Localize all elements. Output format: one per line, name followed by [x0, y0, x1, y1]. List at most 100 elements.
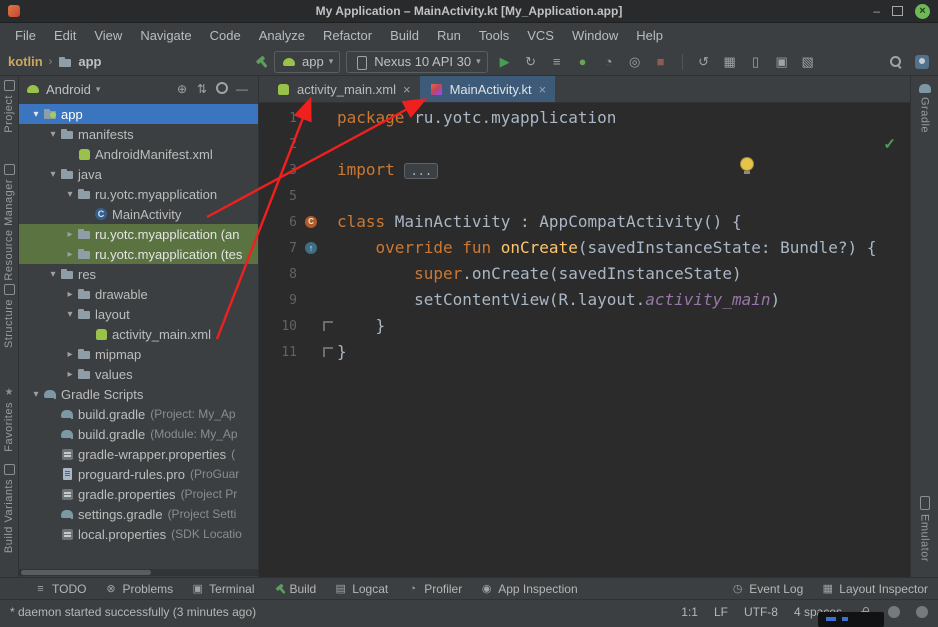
- tool-window-terminal[interactable]: Terminal: [191, 582, 254, 596]
- tree-item-app[interactable]: ▾app: [19, 104, 258, 124]
- menu-file[interactable]: File: [6, 23, 45, 48]
- restore-button[interactable]: [892, 6, 903, 16]
- menu-edit[interactable]: Edit: [45, 23, 85, 48]
- tab-activity-main-xml[interactable]: activity_main.xml×: [267, 76, 420, 102]
- menu-tools[interactable]: Tools: [470, 23, 518, 48]
- close-icon[interactable]: ×: [403, 82, 411, 97]
- tree-item-build-gradle[interactable]: build.gradle(Project: My_Ap: [19, 404, 258, 424]
- run-icon[interactable]: ▶: [494, 54, 516, 70]
- tree-item-activity-main-xml[interactable]: activity_main.xml: [19, 324, 258, 344]
- override-gutter-icon[interactable]: ↑: [305, 242, 317, 254]
- class-gutter-icon[interactable]: C: [305, 216, 317, 228]
- tree-item-mipmap[interactable]: ▸mipmap: [19, 344, 258, 364]
- tool-window-build[interactable]: Build: [273, 582, 317, 596]
- tab-mainactivity-kt[interactable]: MainActivity.kt×: [420, 76, 556, 102]
- tree-item-androidmanifest-xml[interactable]: AndroidManifest.xml: [19, 144, 258, 164]
- strip-resource-manager[interactable]: Resource Manager: [0, 164, 18, 281]
- menu-refactor[interactable]: Refactor: [314, 23, 381, 48]
- file-encoding[interactable]: UTF-8: [744, 605, 778, 619]
- layout-validation-icon[interactable]: ▦: [719, 54, 741, 70]
- tree-item-ru-yotc-myapplication-tes[interactable]: ▸ru.yotc.myapplication (tes: [19, 244, 258, 264]
- tree-toggle-icon[interactable]: ▾: [46, 129, 60, 140]
- close-icon[interactable]: ×: [539, 82, 547, 97]
- tree-toggle-icon[interactable]: ▾: [46, 169, 60, 180]
- tree-item-gradle-properties[interactable]: gradle.properties(Project Pr: [19, 484, 258, 504]
- menu-navigate[interactable]: Navigate: [131, 23, 200, 48]
- tool-window-layout-inspector[interactable]: Layout Inspector: [821, 582, 928, 596]
- scrollbar-thumb[interactable]: [21, 570, 151, 575]
- fold-end-icon[interactable]: [323, 347, 333, 357]
- tree-item-build-gradle[interactable]: build.gradle(Module: My_Ap: [19, 424, 258, 444]
- tool-window-problems[interactable]: Problems: [104, 582, 173, 596]
- select-opened-file-icon[interactable]: ⊕: [172, 82, 192, 96]
- run-configuration-select[interactable]: app ▾: [274, 51, 340, 73]
- hide-panel-icon[interactable]: —: [232, 82, 252, 96]
- tool-window-event-log[interactable]: Event Log: [731, 582, 803, 596]
- code-editor[interactable]: 1package ru.yotc.myapplication23import .…: [259, 103, 910, 577]
- tool-window-todo[interactable]: TODO: [34, 582, 86, 596]
- tree-item-drawable[interactable]: ▸drawable: [19, 284, 258, 304]
- notifications-icon[interactable]: [888, 606, 900, 618]
- close-button[interactable]: ×: [915, 4, 930, 19]
- tool-window-app-inspection[interactable]: App Inspection: [480, 582, 577, 596]
- intention-lightbulb-icon[interactable]: [741, 158, 753, 170]
- menu-window[interactable]: Window: [563, 23, 627, 48]
- breadcrumb-app[interactable]: app: [58, 54, 101, 69]
- tree-toggle-icon[interactable]: ▾: [63, 309, 77, 320]
- strip-favorites[interactable]: ★Favorites: [0, 388, 18, 452]
- tree-item-ru-yotc-myapplication[interactable]: ▾ru.yotc.myapplication: [19, 184, 258, 204]
- avd-manager-icon[interactable]: ▯: [745, 54, 767, 70]
- menu-help[interactable]: Help: [627, 23, 672, 48]
- breadcrumb-kotlin[interactable]: kotlin: [8, 54, 43, 69]
- profile-app-icon[interactable]: ◔: [598, 54, 620, 69]
- tree-item-gradle-scripts[interactable]: ▾Gradle Scripts: [19, 384, 258, 404]
- sdk-manager-icon[interactable]: ▣: [771, 54, 793, 70]
- run-with-coverage-icon[interactable]: ≡: [546, 54, 568, 69]
- menu-analyze[interactable]: Analyze: [250, 23, 314, 48]
- apply-changes-icon[interactable]: ↻: [520, 54, 542, 70]
- profile-avatar-icon[interactable]: [914, 54, 930, 70]
- strip-structure[interactable]: Structure: [0, 284, 18, 348]
- device-file-explorer-icon[interactable]: ▧: [797, 54, 819, 70]
- sync-gradle-icon[interactable]: ↺: [693, 54, 715, 70]
- tree-toggle-icon[interactable]: ▸: [63, 289, 77, 300]
- tree-item-manifests[interactable]: ▾manifests: [19, 124, 258, 144]
- debug-icon[interactable]: ●: [572, 54, 594, 69]
- menu-code[interactable]: Code: [201, 23, 250, 48]
- expand-collapse-icon[interactable]: ⇅: [192, 82, 212, 96]
- minimize-button[interactable]: –: [873, 5, 880, 17]
- search-icon[interactable]: [888, 54, 904, 70]
- tree-item-res[interactable]: ▾res: [19, 264, 258, 284]
- tree-toggle-icon[interactable]: ▾: [46, 269, 60, 280]
- menu-run[interactable]: Run: [428, 23, 470, 48]
- tree-toggle-icon[interactable]: ▾: [29, 389, 43, 400]
- settings-gear-icon[interactable]: [212, 82, 232, 97]
- project-hscrollbar[interactable]: [19, 569, 258, 576]
- strip-project[interactable]: Project: [0, 80, 18, 133]
- tree-item-gradle-wrapper-properties[interactable]: gradle-wrapper.properties(: [19, 444, 258, 464]
- tree-item-ru-yotc-myapplication-an[interactable]: ▸ru.yotc.myapplication (an: [19, 224, 258, 244]
- device-select[interactable]: Nexus 10 API 30 ▾: [346, 51, 487, 73]
- tree-item-local-properties[interactable]: local.properties(SDK Locatio: [19, 524, 258, 544]
- stop-icon[interactable]: ■: [650, 54, 672, 69]
- menu-build[interactable]: Build: [381, 23, 428, 48]
- tool-window-profiler[interactable]: Profiler: [406, 582, 462, 596]
- tree-toggle-icon[interactable]: ▾: [29, 109, 43, 120]
- menu-vcs[interactable]: VCS: [518, 23, 563, 48]
- strip-build-variants[interactable]: Build Variants: [0, 464, 18, 553]
- attach-debugger-icon[interactable]: ◎: [624, 54, 646, 70]
- tool-window-logcat[interactable]: Logcat: [334, 582, 388, 596]
- tree-item-layout[interactable]: ▾layout: [19, 304, 258, 324]
- tree-toggle-icon[interactable]: ▸: [63, 349, 77, 360]
- line-separator[interactable]: LF: [714, 605, 728, 619]
- project-view-mode[interactable]: Android: [46, 82, 91, 97]
- build-hammer-icon[interactable]: [254, 55, 268, 69]
- tree-toggle-icon[interactable]: ▾: [63, 189, 77, 200]
- tree-toggle-icon[interactable]: ▸: [63, 229, 77, 240]
- tree-item-java[interactable]: ▾java: [19, 164, 258, 184]
- tree-toggle-icon[interactable]: ▸: [63, 249, 77, 260]
- strip-gradle[interactable]: Gradle: [911, 84, 938, 133]
- tree-toggle-icon[interactable]: ▸: [63, 369, 77, 380]
- tree-item-mainactivity[interactable]: MainActivity: [19, 204, 258, 224]
- tree-item-proguard-rules-pro[interactable]: proguard-rules.pro(ProGuar: [19, 464, 258, 484]
